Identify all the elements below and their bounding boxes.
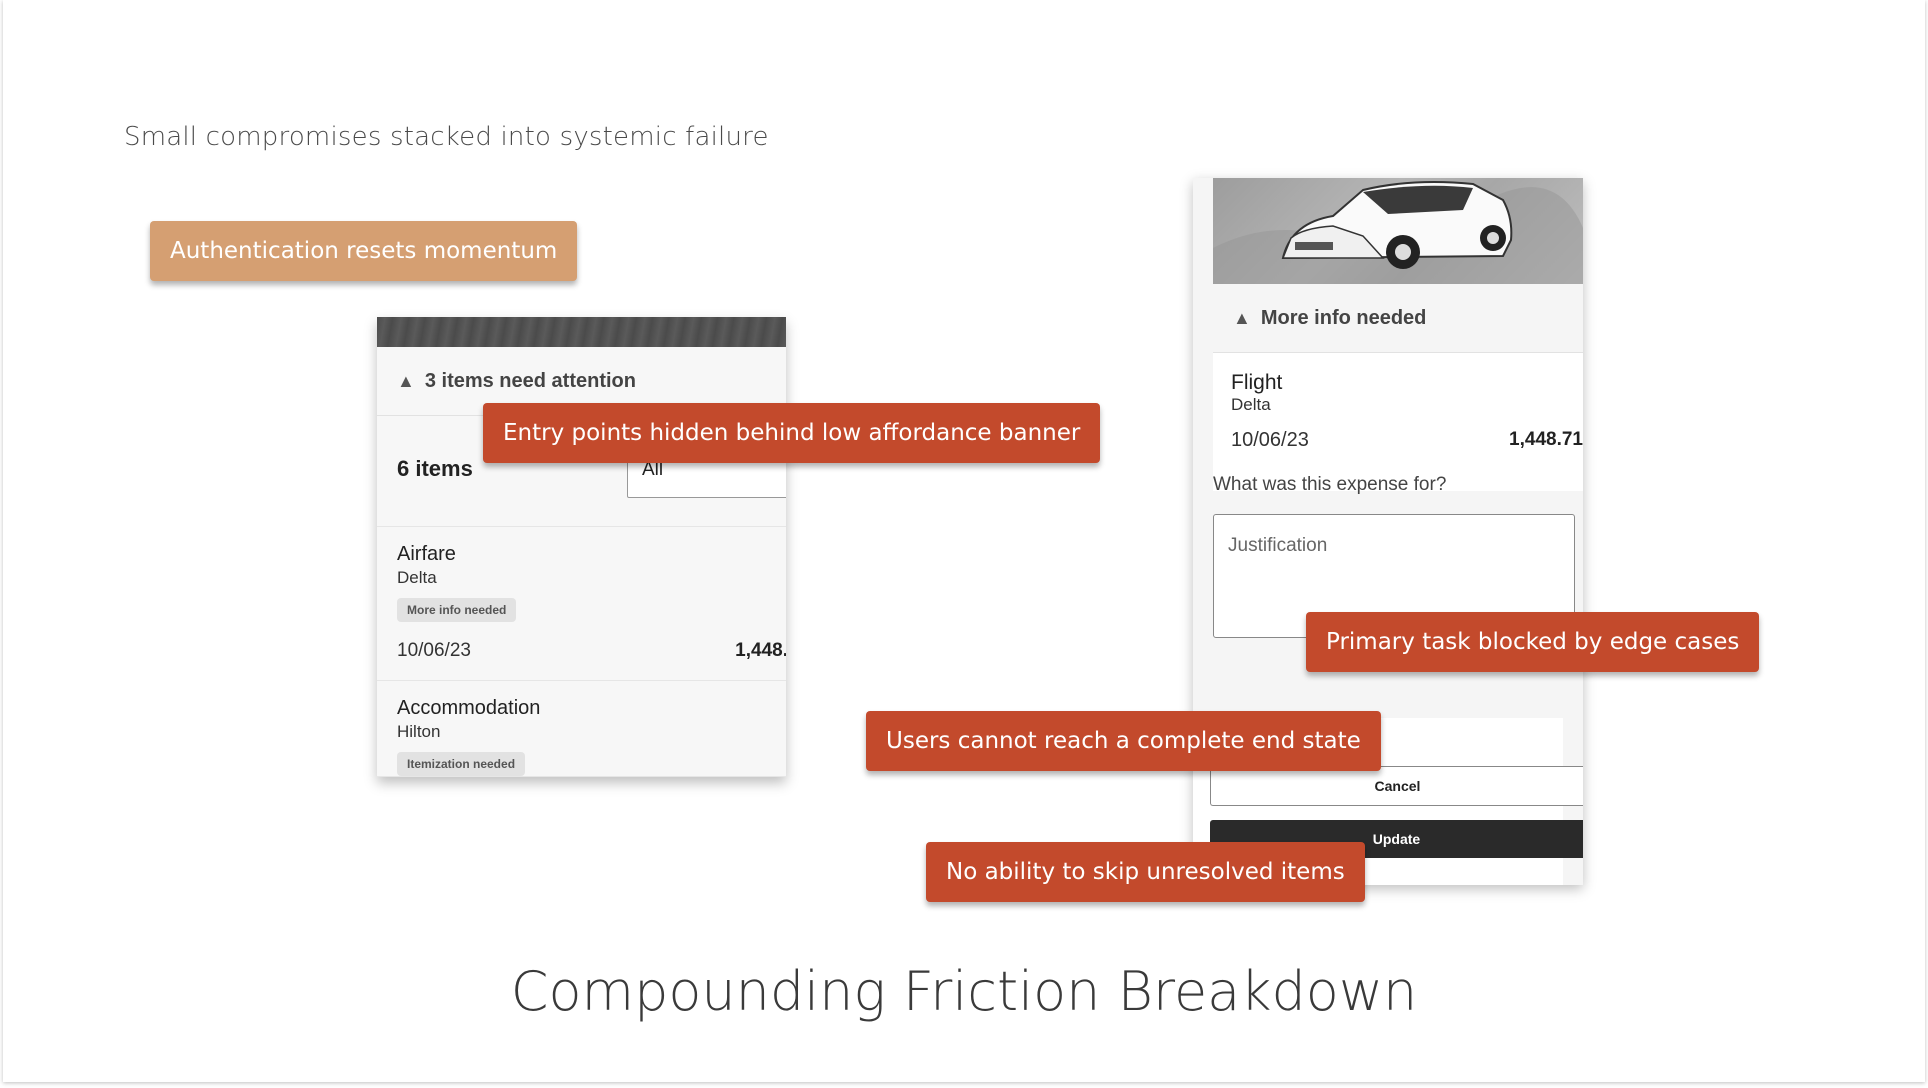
justification-placeholder: Justification xyxy=(1228,535,1328,556)
warning-icon: ▲ xyxy=(1233,307,1251,328)
expense-name: Accommodation xyxy=(397,697,541,719)
app-header-bar xyxy=(377,317,786,347)
flight-date: 10/06/23 xyxy=(1231,429,1309,451)
expense-item-airfare[interactable]: Airfare Delta More info needed 10/06/23 … xyxy=(377,527,786,681)
expense-date: 10/06/23 xyxy=(397,640,471,661)
expense-list-screen: ▲ 3 items need attention 6 items All Air… xyxy=(377,317,786,777)
cancel-button[interactable]: Cancel xyxy=(1210,766,1583,806)
flight-name: Flight xyxy=(1231,371,1283,394)
slide-subtitle: Small compromises stacked into systemic … xyxy=(124,122,769,152)
items-count: 6 items xyxy=(397,456,473,481)
flight-vendor: Delta xyxy=(1231,395,1271,414)
warning-icon: ▲ xyxy=(397,370,415,391)
flight-amount: 1,448.71 xyxy=(1509,429,1583,450)
flight-summary: Flight Delta 10/06/23 1,448.71 xyxy=(1213,353,1583,491)
annotation-authentication: Authentication resets momentum xyxy=(150,221,578,281)
car-illustration xyxy=(1213,181,1583,284)
more-info-label: More info needed xyxy=(1260,306,1427,329)
expense-vendor: Delta xyxy=(397,568,437,587)
annotation-skip: No ability to skip unresolved items xyxy=(926,842,1365,902)
slide-title: Compounding Friction Breakdown xyxy=(510,960,1418,1023)
car-image xyxy=(1213,178,1583,284)
slide-frame xyxy=(3,0,1925,1082)
expense-vendor: Hilton xyxy=(397,722,441,741)
attention-banner-label: 3 items need attention xyxy=(424,369,636,392)
detail-body: ▲ More info needed Flight Delta 10/06/23… xyxy=(1213,284,1583,491)
expense-question: What was this expense for? xyxy=(1213,474,1447,495)
expense-detail-screen: ▲ More info needed Flight Delta 10/06/23… xyxy=(1193,178,1583,885)
expense-item-accommodation[interactable]: Accommodation Hilton Itemization needed xyxy=(377,681,786,777)
annotation-end-state: Users cannot reach a complete end state xyxy=(866,711,1381,771)
status-badge: More info needed xyxy=(397,598,517,622)
expense-name: Airfare xyxy=(397,543,456,565)
expense-amount: 1,448. xyxy=(735,640,786,661)
more-info-banner: ▲ More info needed xyxy=(1213,284,1583,353)
annotation-entry-points: Entry points hidden behind low affordanc… xyxy=(483,403,1101,463)
annotation-primary-task: Primary task blocked by edge cases xyxy=(1306,612,1760,672)
status-badge: Itemization needed xyxy=(397,752,526,776)
